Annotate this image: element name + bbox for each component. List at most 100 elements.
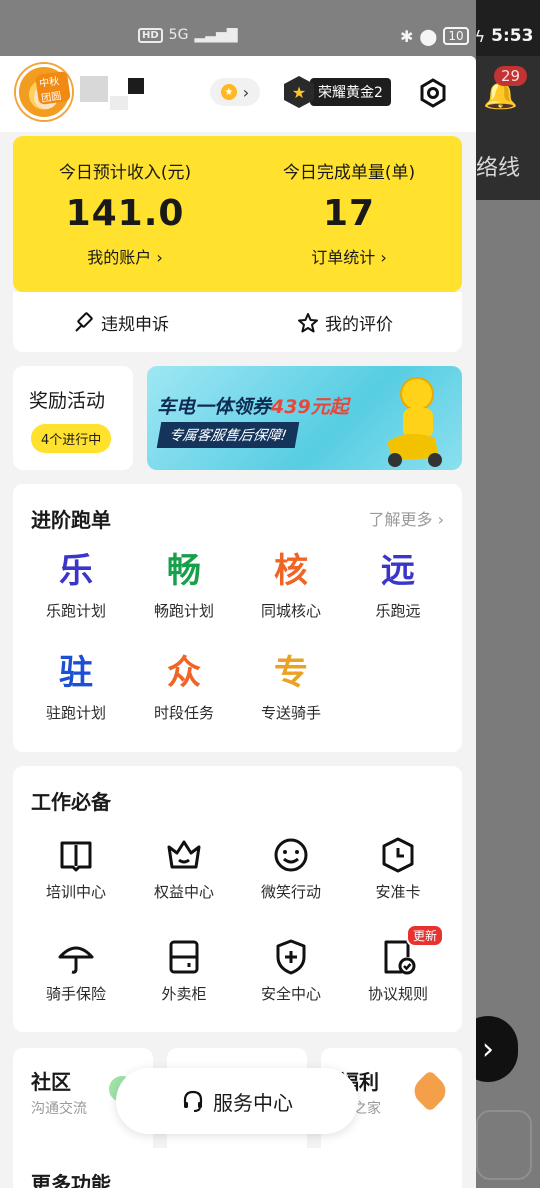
income-column[interactable]: 今日预计收入(元) 141.0 我的账户 › (13, 158, 237, 268)
essential-label: 微笑行动 (260, 883, 321, 901)
plan-label: 驻跑计划 (45, 704, 106, 722)
plan-label: 专送骑手 (260, 704, 321, 722)
crown-icon (167, 840, 201, 869)
rewards-card[interactable]: 奖励活动 4个进行中 (13, 366, 133, 470)
chevron-right-icon: › (437, 510, 444, 529)
orders-label: 今日完成单量(单) (282, 163, 416, 183)
update-badge: 更新 (406, 924, 445, 947)
order-stats-label: 订单统计 (311, 248, 376, 267)
plan-label: 乐跑计划 (45, 602, 106, 620)
essential-label: 安准卡 (375, 883, 421, 901)
essential-item[interactable]: 权益中心 (130, 832, 238, 902)
community-title: 社区 (31, 1070, 71, 1094)
essential-label: 协议规则 (367, 985, 428, 1003)
plan-label: 乐跑远 (375, 602, 421, 620)
hd-icon: HD (138, 27, 163, 43)
essential-item[interactable]: 培训中心 (22, 832, 130, 902)
plan-item[interactable]: 驻 驻跑计划 (22, 650, 130, 723)
plan-glyph-icon: 专 (274, 653, 308, 693)
orders-value: 17 (322, 193, 376, 234)
avatar-tag: 中秋团圆 (35, 70, 71, 106)
network-indicators: HD 5G ▂▃▅▇ (138, 27, 238, 43)
profile-header: 中秋团圆 ★ › ★ 荣耀黄金2 (0, 56, 476, 132)
plan-glyph-icon: 畅 (167, 551, 201, 591)
plan-glyph-icon: 乐 (59, 551, 93, 591)
essential-item[interactable]: 外卖柜 (130, 934, 238, 1004)
plan-glyph-icon: 远 (381, 551, 415, 591)
learn-more-link[interactable]: 了解更多 › (368, 506, 444, 530)
order-stats-link[interactable]: 订单统计 › (237, 244, 461, 268)
essential-item[interactable]: 微笑行动 (237, 832, 345, 902)
community-subtitle: 沟通交流 (31, 1101, 87, 1117)
settings-icon[interactable] (418, 78, 448, 108)
locker-icon (169, 940, 199, 974)
plan-item[interactable]: 乐 乐跑计划 (22, 548, 130, 621)
my-account-link[interactable]: 我的账户 › (13, 244, 237, 268)
rider-scooter-illustration (387, 377, 442, 467)
username-redacted (80, 76, 108, 102)
essential-label: 培训中心 (45, 883, 106, 901)
essentials-title: 工作必备 (31, 790, 111, 814)
rewards-count-pill: 4个进行中 (31, 424, 112, 453)
coin-icon: ★ (220, 84, 237, 100)
status-icons: ✱ ⬤ 10 ϟ 5:53 (400, 26, 533, 46)
chevron-right-icon: › (380, 248, 387, 267)
chevron-right-icon: › (242, 82, 250, 102)
plan-glyph-icon: 众 (167, 653, 201, 693)
clock-time: 5:53 (491, 26, 534, 46)
advanced-orders-card: 进阶跑单 了解更多 › 乐 乐跑计划 畅 畅跑计划 核 同城核心 远 乐跑远 驻… (13, 484, 462, 752)
more-features-title: 更多功能 (31, 1172, 111, 1188)
smile-icon (274, 838, 308, 872)
essential-label: 安全中心 (260, 985, 321, 1003)
username-redacted (128, 78, 144, 94)
income-value: 141.0 (65, 193, 185, 234)
username-redacted (110, 96, 128, 110)
review-button[interactable]: 我的评价 (297, 310, 393, 335)
coin-button[interactable]: ★ › (210, 78, 260, 106)
bluetooth-icon: ✱ (400, 26, 414, 46)
my-account-label: 我的账户 (87, 248, 152, 267)
essential-label: 外卖柜 (161, 985, 207, 1003)
banner-title-text: 车电一体领券 (157, 396, 272, 418)
plan-glyph-icon: 驻 (59, 653, 93, 693)
signal-bars-icon: ▂▃▅▇ (194, 27, 238, 43)
more-features-card: 更多功能 (13, 1148, 462, 1188)
plan-item[interactable]: 远 乐跑远 (344, 548, 452, 621)
plan-item[interactable]: 核 同城核心 (237, 548, 345, 621)
avatar[interactable]: 中秋团圆 (16, 64, 72, 120)
background-partial-text: 络线 (476, 156, 521, 181)
essential-item[interactable]: 骑手保险 (22, 934, 130, 1004)
plan-item[interactable]: 畅 畅跑计划 (130, 548, 238, 621)
work-essentials-card: 工作必备 培训中心 权益中心 微笑行动 安准卡 骑手保险 外卖柜 安全中心 更新… (13, 766, 462, 1032)
banner-price: 439元起 (271, 396, 349, 418)
review-label: 我的评价 (325, 315, 393, 335)
location-icon: ⬤ (419, 26, 438, 46)
umbrella-icon (58, 946, 94, 974)
essential-item[interactable]: 安准卡 (344, 832, 452, 902)
rank-label: 荣耀黄金2 (310, 78, 391, 106)
charging-icon: ϟ (474, 26, 486, 46)
advanced-title: 进阶跑单 (31, 508, 111, 532)
notification-badge: 29 (494, 66, 528, 86)
essential-label: 权益中心 (153, 883, 214, 901)
headset-icon (183, 1090, 203, 1112)
rank-badge[interactable]: ★ 荣耀黄金2 (284, 76, 391, 108)
essential-item[interactable]: 更新 协议规则 (344, 924, 452, 1004)
appeal-button[interactable]: 违规申诉 (73, 310, 169, 335)
earnings-card: 今日预计收入(元) 141.0 我的账户 › 今日完成单量(单) 17 订单统计… (13, 136, 462, 292)
chevron-right-icon: › (156, 248, 163, 267)
appeal-label: 违规申诉 (101, 315, 169, 335)
plan-glyph-icon: 核 (274, 551, 308, 591)
promo-banner[interactable]: 车电一体领券439元起 专属客服售后保障! (147, 366, 462, 470)
banner-subtitle: 专属客服售后保障! (156, 422, 299, 448)
income-label: 今日预计收入(元) (58, 163, 192, 183)
plan-label: 同城核心 (260, 602, 321, 620)
plan-item[interactable]: 众 时段任务 (130, 650, 238, 723)
service-center-button[interactable]: 服务中心 (116, 1068, 358, 1134)
star-icon (298, 312, 318, 332)
battery-icon: 10 (443, 27, 469, 45)
orders-column[interactable]: 今日完成单量(单) 17 订单统计 › (237, 158, 461, 268)
gavel-icon (75, 311, 93, 332)
plan-item[interactable]: 专 专送骑手 (237, 650, 345, 723)
essential-item[interactable]: 安全中心 (237, 934, 345, 1004)
